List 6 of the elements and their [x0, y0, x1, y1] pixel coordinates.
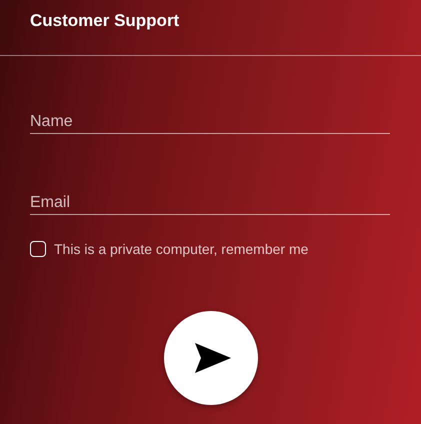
checkbox-label: This is a private computer, remember me — [54, 241, 308, 257]
input-field[interactable]: Name — [30, 107, 390, 134]
input-field[interactable]: Email — [30, 188, 390, 215]
checkbox[interactable] — [30, 241, 46, 257]
page-title: Customer Support — [30, 10, 180, 31]
send-icon — [194, 343, 230, 373]
